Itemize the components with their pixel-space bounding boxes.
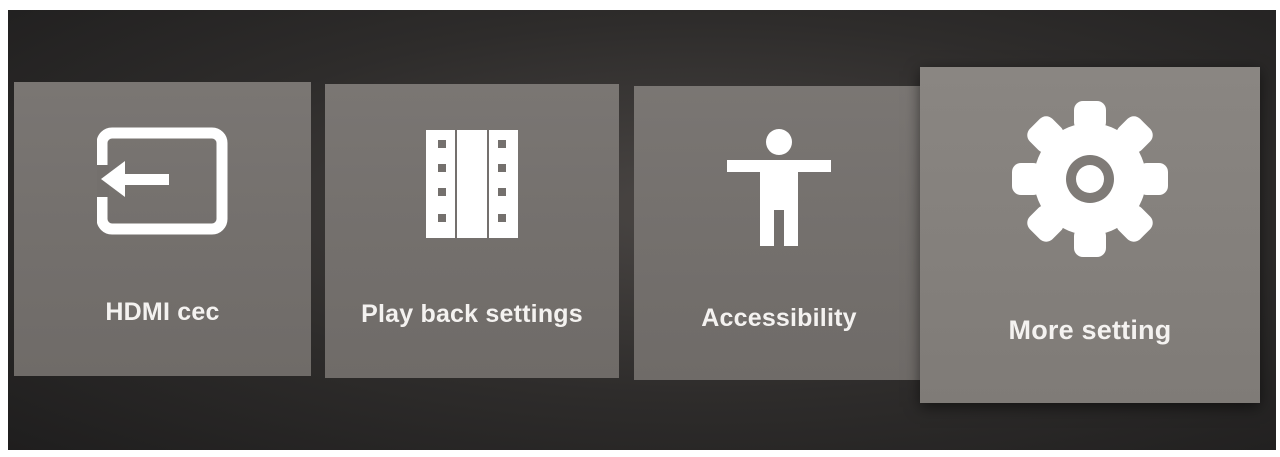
tile-hdmi-cec[interactable]: HDMI cec — [14, 82, 311, 376]
tile-accessibility[interactable]: Accessibility — [634, 86, 924, 380]
tile-label: Accessibility — [701, 304, 857, 332]
tile-label: More setting — [1008, 315, 1172, 345]
tile-more-setting[interactable]: More setting — [920, 67, 1260, 403]
film-icon — [426, 130, 518, 238]
tv-settings-screen: HDMI cec Play back settings Accessibilit — [8, 10, 1276, 450]
tile-label: Play back settings — [361, 300, 583, 328]
gear-icon — [1012, 101, 1168, 257]
accessibility-icon — [727, 129, 831, 246]
tile-playback-settings[interactable]: Play back settings — [325, 84, 619, 378]
input-icon — [96, 127, 227, 235]
tile-label: HDMI cec — [105, 298, 220, 326]
